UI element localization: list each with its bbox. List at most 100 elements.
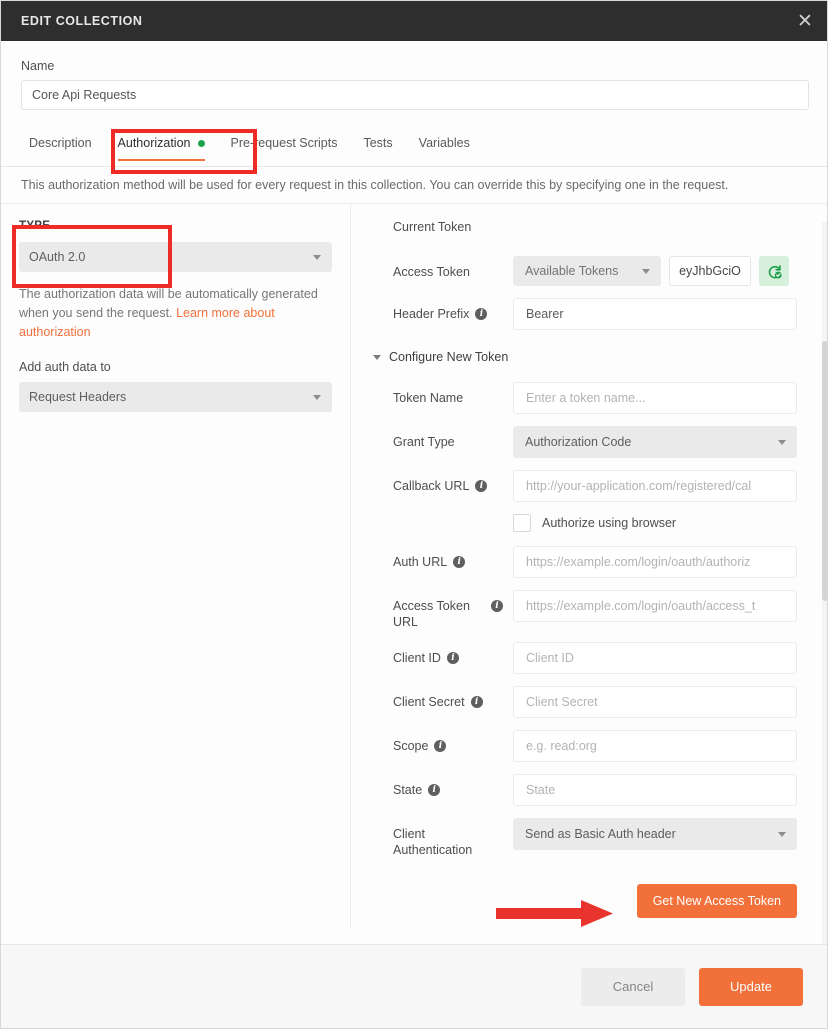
auth-type-select[interactable]: OAuth 2.0 [19, 242, 332, 272]
available-tokens-value: Available Tokens [525, 264, 619, 278]
dialog-title: EDIT COLLECTION [21, 14, 143, 28]
label-text: Client Authentication [393, 827, 473, 857]
state-label: State i [373, 774, 513, 798]
chevron-down-icon [313, 395, 321, 400]
scope-input[interactable] [513, 730, 797, 762]
access-token-row: Access Token Available Tokens eyJhbGciO [373, 256, 797, 286]
auth-url-control [513, 546, 797, 578]
add-auth-data-select[interactable]: Request Headers [19, 382, 332, 412]
active-tab-underline [117, 158, 205, 161]
tab-label: Tests [363, 136, 393, 150]
grant-type-row: Grant Type Authorization Code [373, 426, 797, 458]
label-text: Callback URL [393, 479, 470, 493]
access-token-url-label: Access Token URL i [373, 590, 513, 630]
configure-new-token-title: Configure New Token [389, 350, 509, 364]
client-authentication-select[interactable]: Send as Basic Auth header [513, 818, 797, 850]
token-name-input[interactable] [513, 382, 797, 414]
name-section: Name [1, 41, 827, 110]
callback-url-row: Callback URL i [373, 470, 797, 502]
label-text: Grant Type [393, 435, 455, 449]
info-icon[interactable]: i [475, 308, 488, 320]
callback-url-input[interactable] [513, 470, 797, 502]
chevron-down-icon [778, 440, 786, 445]
current-token-title: Current Token [393, 220, 472, 234]
client-id-row: Client ID i [373, 642, 797, 674]
info-icon[interactable]: i [428, 784, 441, 796]
tab-pre-request-scripts[interactable]: Pre-request Scripts [231, 130, 338, 161]
auth-url-label: Auth URL i [373, 546, 513, 570]
scope-control [513, 730, 797, 762]
tab-bar: Description Authorization Pre-request Sc… [1, 130, 827, 167]
edit-collection-dialog: EDIT COLLECTION ✕ Name Description Autho… [0, 0, 828, 1029]
scrollbar-thumb[interactable] [822, 341, 827, 601]
auth-help-text: The authorization data will be automatic… [19, 285, 332, 342]
client-authentication-value: Send as Basic Auth header [525, 827, 676, 841]
collection-name-input[interactable] [21, 80, 809, 110]
access-token-value[interactable]: eyJhbGciO [669, 256, 751, 286]
info-icon[interactable]: i [470, 696, 483, 708]
auth-url-input[interactable] [513, 546, 797, 578]
auth-url-row: Auth URL i [373, 546, 797, 578]
tab-authorization[interactable]: Authorization [117, 130, 205, 161]
auth-right-panel: Current Token Access Token Available Tok… [351, 204, 827, 929]
auth-status-dot-icon [197, 139, 205, 147]
grant-type-control: Authorization Code [513, 426, 797, 458]
client-secret-control [513, 686, 797, 718]
label-text: Auth URL [393, 555, 448, 569]
close-icon[interactable]: ✕ [793, 9, 817, 33]
auth-columns: TYPE OAuth 2.0 The authorization data wi… [1, 204, 827, 929]
grant-type-select[interactable]: Authorization Code [513, 426, 797, 458]
label-text: Client ID [393, 651, 441, 665]
header-prefix-control [513, 298, 797, 330]
info-icon[interactable]: i [475, 480, 488, 492]
tab-label: Description [29, 136, 92, 150]
chevron-down-icon [373, 354, 381, 360]
grant-type-value: Authorization Code [525, 435, 632, 449]
client-secret-input[interactable] [513, 686, 797, 718]
label-text: Scope [393, 739, 429, 753]
cancel-button[interactable]: Cancel [581, 967, 685, 1006]
chevron-down-icon [642, 269, 650, 274]
dialog-footer: Cancel Update [1, 944, 827, 1028]
access-token-url-input[interactable] [513, 590, 797, 622]
update-button[interactable]: Update [699, 967, 803, 1006]
state-control [513, 774, 797, 806]
refresh-token-icon[interactable] [759, 256, 789, 286]
client-id-input[interactable] [513, 642, 797, 674]
refresh-token-glyph [768, 264, 782, 278]
scrollbar-track[interactable] [822, 222, 827, 984]
tab-description[interactable]: Description [29, 130, 92, 161]
add-auth-data-label: Add auth data to [19, 360, 111, 374]
info-icon[interactable]: i [446, 652, 459, 664]
token-name-control [513, 382, 797, 414]
info-icon[interactable]: i [491, 600, 503, 612]
configure-new-token-toggle[interactable]: Configure New Token [373, 350, 797, 364]
label-text: Access Token URL [393, 599, 470, 629]
info-icon[interactable]: i [453, 556, 466, 568]
tab-tests[interactable]: Tests [363, 130, 392, 161]
client-secret-row: Client Secret i [373, 686, 797, 718]
token-name-row: Token Name [373, 382, 797, 414]
token-name-label: Token Name [373, 382, 513, 406]
tab-variables[interactable]: Variables [419, 130, 470, 161]
authorize-using-browser-checkbox[interactable] [513, 514, 531, 532]
client-authentication-control: Send as Basic Auth header [513, 818, 797, 850]
access-token-controls: Available Tokens eyJhbGciO [513, 256, 797, 286]
grant-type-label: Grant Type [373, 426, 513, 450]
auth-type-value: OAuth 2.0 [29, 250, 86, 264]
label-text: Client Secret [393, 695, 465, 709]
client-authentication-label: Client Authentication [373, 818, 513, 858]
get-new-access-token-button[interactable]: Get New Access Token [636, 884, 797, 918]
available-tokens-select[interactable]: Available Tokens [513, 256, 661, 286]
authorize-using-browser-row: Authorize using browser [373, 514, 797, 532]
dialog-body: Name Description Authorization Pre-reque… [1, 41, 827, 984]
header-prefix-input[interactable] [513, 298, 797, 330]
chevron-down-icon [778, 832, 786, 837]
label-text: State [393, 783, 423, 797]
callback-url-control [513, 470, 797, 502]
state-input[interactable] [513, 774, 797, 806]
label-text: Header Prefix [393, 307, 470, 321]
client-secret-label: Client Secret i [373, 686, 513, 710]
info-icon[interactable]: i [434, 740, 447, 752]
header-prefix-label: Header Prefix i [373, 298, 513, 322]
